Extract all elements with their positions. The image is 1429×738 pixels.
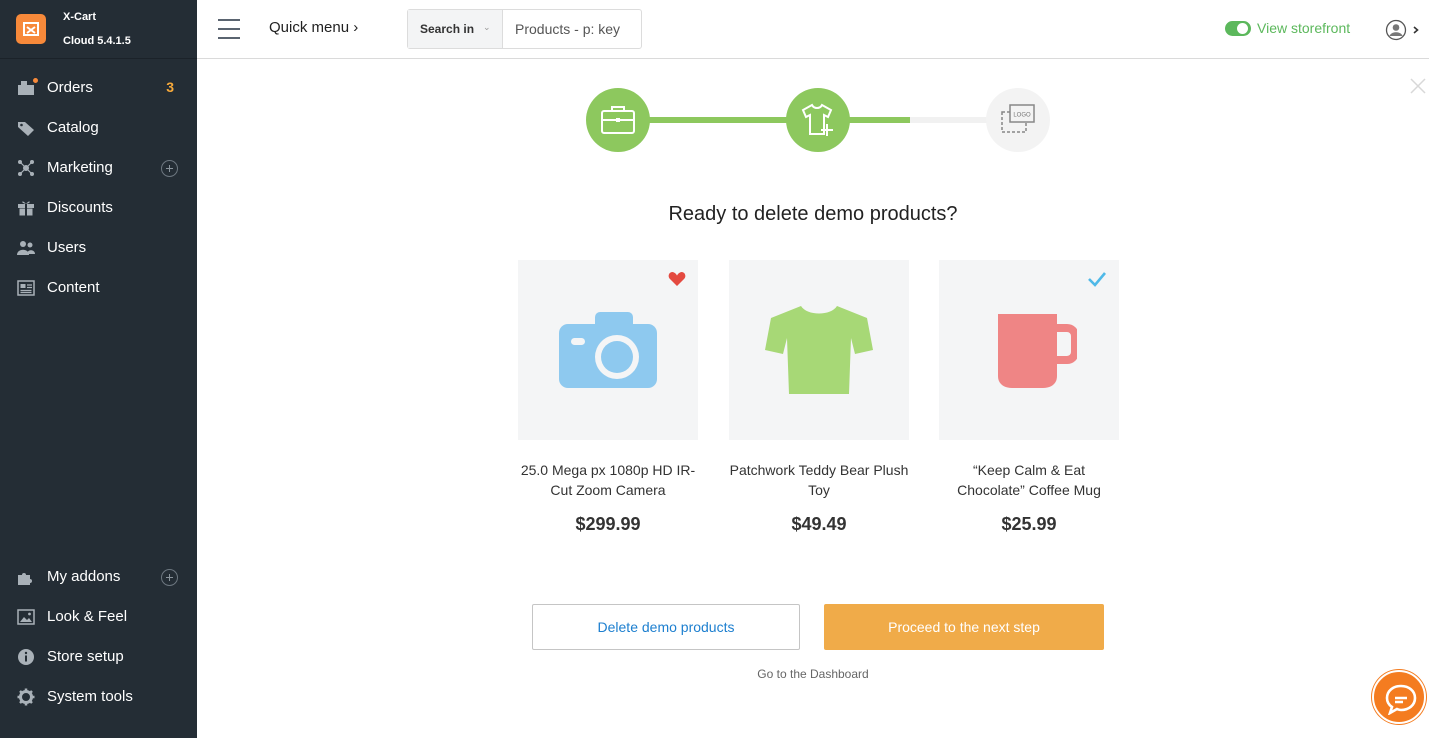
sidebar-item-label: Users bbox=[47, 239, 87, 256]
brand-name: X-Cart bbox=[63, 11, 97, 23]
sidebar-item-label: Orders bbox=[47, 79, 93, 96]
add-marketing-icon[interactable] bbox=[161, 160, 178, 177]
gear-icon bbox=[17, 688, 35, 706]
image-icon bbox=[17, 608, 35, 626]
users-icon bbox=[17, 239, 35, 257]
view-storefront-link[interactable]: View storefront bbox=[1257, 20, 1350, 36]
user-menu-button[interactable] bbox=[1385, 19, 1425, 41]
sidebar-item-store-setup[interactable]: Store setup bbox=[0, 637, 197, 677]
sidebar-item-look-feel[interactable]: Look & Feel bbox=[0, 597, 197, 637]
search-input[interactable] bbox=[504, 10, 641, 48]
close-icon[interactable] bbox=[1409, 77, 1427, 95]
product-price: $25.99 bbox=[1001, 514, 1057, 534]
progress-line-pending bbox=[910, 117, 990, 123]
info-icon bbox=[17, 648, 35, 666]
hamburger-menu-icon[interactable] bbox=[218, 19, 240, 39]
xcart-logo-icon[interactable] bbox=[16, 14, 46, 44]
sidebar-item-label: Discounts bbox=[47, 199, 113, 216]
product-image bbox=[729, 260, 909, 440]
step-1 bbox=[586, 88, 650, 152]
sidebar-item-label: Content bbox=[47, 279, 100, 296]
delete-demo-products-button[interactable]: Delete demo products bbox=[532, 604, 800, 650]
sidebar-item-content[interactable]: Content bbox=[0, 268, 197, 308]
svg-text:LOGO: LOGO bbox=[1013, 113, 1031, 119]
add-addon-icon[interactable] bbox=[161, 569, 178, 586]
orders-icon bbox=[17, 77, 39, 97]
sidebar-item-label: My addons bbox=[47, 568, 121, 585]
search-box: Search in ⌄ bbox=[407, 9, 642, 49]
camera-icon bbox=[559, 312, 657, 388]
product-name: 25.0 Mega px 1080p HD IR-Cut Zoom Camera bbox=[520, 462, 696, 498]
product-image bbox=[939, 260, 1119, 440]
sidebar-item-marketing[interactable]: Marketing bbox=[0, 148, 197, 188]
gift-icon bbox=[17, 199, 35, 217]
proceed-next-step-button[interactable]: Proceed to the next step bbox=[824, 604, 1104, 650]
wizard-progress: LOGO bbox=[586, 88, 1050, 152]
content-icon bbox=[17, 279, 35, 297]
sidebar-item-my-addons[interactable]: My addons bbox=[0, 557, 197, 597]
orders-count-badge: 3 bbox=[166, 79, 174, 95]
toggle-switch-icon[interactable] bbox=[1225, 21, 1251, 36]
tshirt-icon bbox=[765, 306, 873, 394]
search-scope-dropdown[interactable]: Search in ⌄ bbox=[408, 10, 503, 48]
product-image bbox=[518, 260, 698, 440]
product-name: Patchwork Teddy Bear Plush Toy bbox=[729, 462, 909, 498]
go-to-dashboard-link[interactable]: Go to the Dashboard bbox=[197, 667, 1429, 681]
briefcase-icon bbox=[601, 106, 635, 134]
user-avatar-icon bbox=[1385, 19, 1407, 41]
product-card: “Keep Calm & Eat Chocolate” Coffee Mug $… bbox=[939, 260, 1119, 535]
product-name: “Keep Calm & Eat Chocolate” Coffee Mug bbox=[957, 462, 1101, 498]
product-price: $49.49 bbox=[791, 514, 847, 534]
puzzle-icon bbox=[17, 568, 35, 586]
logo-placeholder-icon: LOGO bbox=[1001, 104, 1035, 133]
step-2 bbox=[786, 88, 850, 152]
brand-version: Cloud 5.4.1.5 bbox=[63, 35, 131, 47]
sidebar-item-users[interactable]: Users bbox=[0, 228, 197, 268]
search-scope-label: Search in bbox=[420, 22, 475, 36]
top-bar: Quick menu › Search in ⌄ View storefront bbox=[197, 0, 1429, 59]
sidebar: X-Cart Cloud 5.4.1.5 Orders 3 Catalog Ma… bbox=[0, 0, 197, 738]
wizard-title: Ready to delete demo products? bbox=[668, 203, 958, 225]
sidebar-item-discounts[interactable]: Discounts bbox=[0, 188, 197, 228]
chat-bubble-icon bbox=[1385, 684, 1417, 715]
marketing-icon bbox=[17, 159, 35, 177]
check-icon bbox=[1087, 271, 1107, 292]
progress-line-done bbox=[646, 117, 790, 123]
quick-menu-button[interactable]: Quick menu › bbox=[269, 19, 358, 36]
live-chat-button[interactable] bbox=[1372, 670, 1426, 724]
product-card: Patchwork Teddy Bear Plush Toy $49.49 bbox=[729, 260, 909, 535]
product-card: 25.0 Mega px 1080p HD IR-Cut Zoom Camera… bbox=[518, 260, 698, 535]
sidebar-item-catalog[interactable]: Catalog bbox=[0, 108, 197, 148]
tag-icon bbox=[17, 119, 35, 137]
sidebar-item-system-tools[interactable]: System tools bbox=[0, 677, 197, 717]
sidebar-item-label: Look & Feel bbox=[47, 608, 128, 625]
sidebar-item-orders[interactable]: Orders 3 bbox=[0, 68, 197, 108]
notification-dot bbox=[32, 77, 39, 84]
tshirt-add-icon bbox=[801, 103, 833, 136]
sidebar-item-label: Marketing bbox=[47, 159, 113, 176]
step-3: LOGO bbox=[986, 88, 1050, 152]
mug-icon bbox=[998, 314, 1077, 388]
sidebar-item-label: System tools bbox=[47, 688, 133, 705]
brand[interactable]: X-Cart Cloud 5.4.1.5 bbox=[0, 0, 197, 59]
product-price: $299.99 bbox=[575, 514, 641, 534]
sidebar-item-label: Catalog bbox=[47, 119, 99, 136]
heart-icon bbox=[668, 271, 686, 292]
chevron-down-icon: ⌄ bbox=[483, 22, 491, 32]
sidebar-item-label: Store setup bbox=[47, 648, 124, 665]
progress-line-done bbox=[846, 117, 910, 123]
